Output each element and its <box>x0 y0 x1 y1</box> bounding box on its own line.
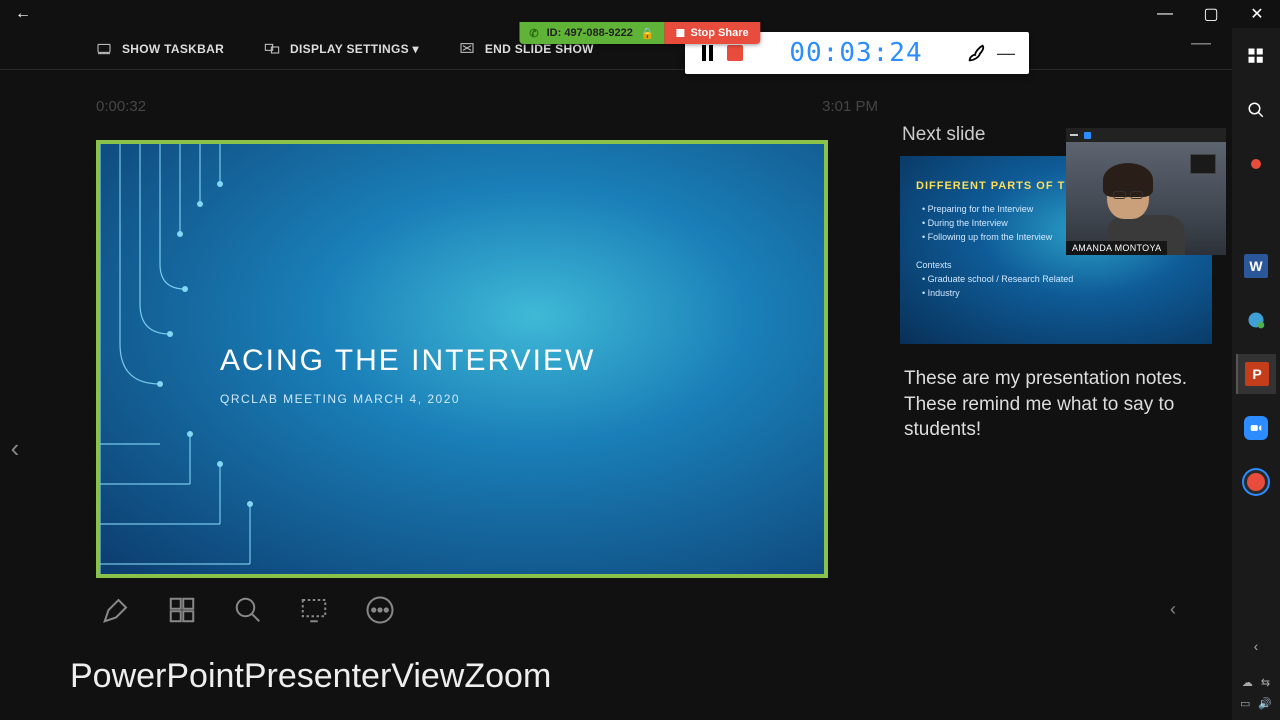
powerpoint-app-icon[interactable]: P <box>1236 354 1276 394</box>
clock-label: 3:01 PM <box>822 98 878 115</box>
volume-icon[interactable]: 🔊 <box>1258 697 1272 710</box>
tray-expand-icon[interactable]: ‹ <box>1236 636 1276 656</box>
collapse-panel-button[interactable]: ‹ <box>1170 599 1176 620</box>
zoom-tool-button[interactable] <box>228 590 268 630</box>
zoom-share-bar[interactable]: ✆ ID: 497-088-9222 🔒 Stop Share <box>519 22 760 44</box>
next-context-item: Industry <box>922 288 1196 298</box>
display-settings-button[interactable]: DISPLAY SETTINGS ▾ <box>264 41 419 57</box>
pen-tool-button[interactable] <box>96 590 136 630</box>
webcam-min-icon[interactable] <box>1070 134 1078 136</box>
slide-title: ACING THE INTERVIEW <box>220 344 595 378</box>
system-tray[interactable]: ☁ ⇆ ▭ 🔊 <box>1232 670 1280 720</box>
annotate-button[interactable] <box>963 39 991 67</box>
phone-icon: ✆ <box>529 27 538 40</box>
webcam-max-icon[interactable] <box>1084 132 1091 139</box>
maximize-button[interactable]: ▢ <box>1188 0 1234 28</box>
presenter-view: SHOW TASKBAR DISPLAY SETTINGS ▾ END SLID… <box>0 28 1232 720</box>
more-options-button[interactable] <box>360 590 400 630</box>
elapsed-label: 0:00:32 <box>96 98 146 115</box>
presenter-notes: These are my presentation notes. These r… <box>900 366 1220 443</box>
back-button[interactable]: ← <box>0 5 46 23</box>
next-context-item: Graduate school / Research Related <box>922 274 1196 284</box>
black-screen-button[interactable] <box>294 590 334 630</box>
search-icon[interactable] <box>1236 90 1276 130</box>
presenter-meta: 0:00:32 3:01 PM <box>96 98 882 115</box>
cortana-icon[interactable] <box>1236 144 1276 184</box>
video-caption: PowerPointPresenterViewZoom <box>70 657 551 696</box>
stop-icon <box>677 29 685 37</box>
zoom-meeting-id[interactable]: ✆ ID: 497-088-9222 🔒 <box>519 22 664 44</box>
previous-slide-button[interactable]: ‹ <box>0 428 30 468</box>
zoom-app-icon[interactable] <box>1236 408 1276 448</box>
see-all-slides-button[interactable] <box>162 590 202 630</box>
picture-frame-icon <box>1190 154 1216 174</box>
window-controls: — ▢ ✕ <box>1142 0 1280 28</box>
webcam-titlebar[interactable] <box>1066 128 1226 142</box>
lock-icon: 🔒 <box>641 27 655 40</box>
slide-subtitle: QRCLAB MEETING MARCH 4, 2020 <box>220 392 460 406</box>
onedrive-icon[interactable]: ☁ <box>1242 676 1253 689</box>
show-taskbar-button[interactable]: SHOW TASKBAR <box>96 41 224 57</box>
recording-timer: 00:03:24 <box>749 38 963 68</box>
battery-icon[interactable]: ▭ <box>1240 697 1250 710</box>
panel-minimize-icon[interactable]: — <box>1190 32 1212 54</box>
stop-share-button[interactable]: Stop Share <box>665 22 761 44</box>
webcam-name-tag: AMANDA MONTOYA <box>1066 241 1167 255</box>
recorder-app-icon[interactable] <box>1236 462 1276 502</box>
start-button[interactable] <box>1236 36 1276 76</box>
unknown-app-icon[interactable] <box>1236 300 1276 340</box>
current-slide[interactable]: ACING THE INTERVIEW QRCLAB MEETING MARCH… <box>96 140 828 578</box>
webcam-window[interactable]: AMANDA MONTOYA <box>1066 128 1226 255</box>
next-contexts-label: Contexts <box>916 260 1196 270</box>
word-app-icon[interactable]: W <box>1236 246 1276 286</box>
recorder-minimize-button[interactable]: — <box>991 43 1021 64</box>
close-button[interactable]: ✕ <box>1234 0 1280 28</box>
windows-taskbar: W P ‹ ☁ ⇆ ▭ 🔊 <box>1232 28 1280 720</box>
slide-tools <box>96 590 400 630</box>
minimize-button[interactable]: — <box>1142 0 1188 28</box>
network-icon[interactable]: ⇆ <box>1261 676 1270 689</box>
